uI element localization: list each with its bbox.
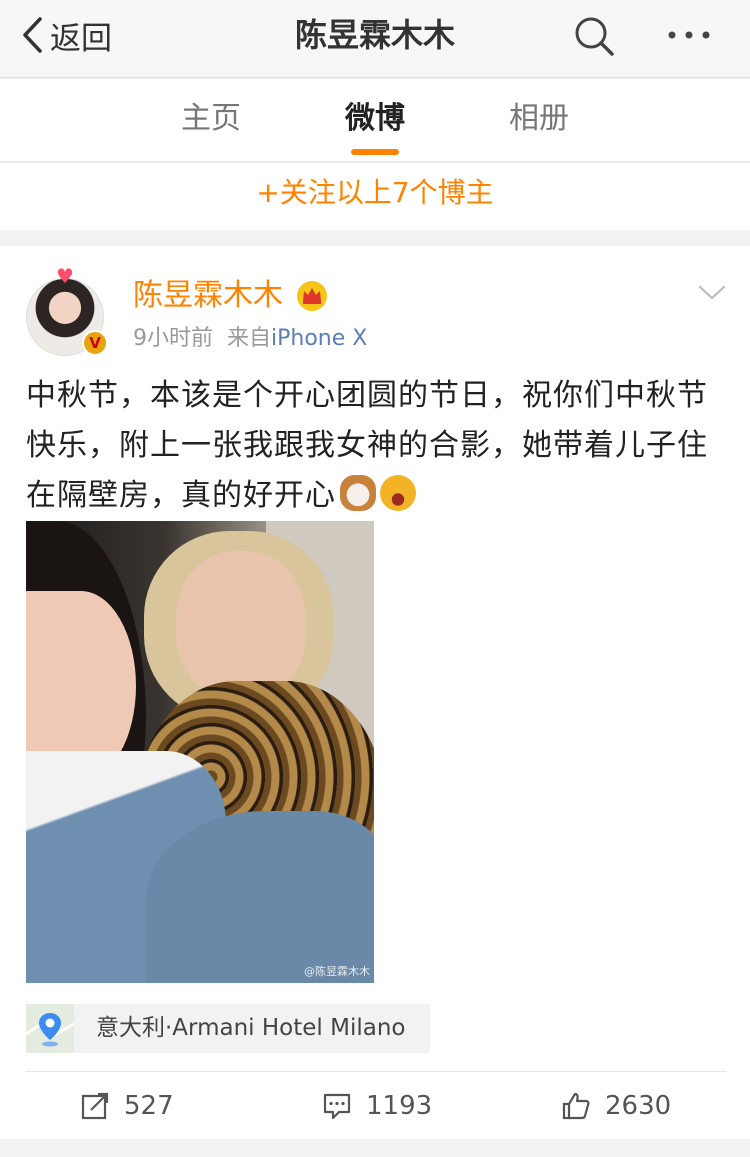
tab-album[interactable]: 相册 xyxy=(509,99,569,139)
repost-icon xyxy=(81,1092,109,1120)
follow-all-button[interactable]: +关注以上7个博主 xyxy=(0,163,750,230)
location-pin-icon xyxy=(26,1004,74,1053)
more-options-icon[interactable] xyxy=(664,20,714,50)
post-time: 9小时前 xyxy=(133,326,213,351)
top-navbar: 返回 陈昱霖木木 xyxy=(0,0,750,78)
post-source[interactable]: iPhone X xyxy=(271,326,367,351)
thumbs-up-icon xyxy=(562,1092,590,1120)
comment-icon xyxy=(323,1093,351,1120)
cat-emoji-icon xyxy=(340,475,376,511)
comment-count: 1193 xyxy=(366,1091,433,1121)
location-label: 意大利·Armani Hotel Milano xyxy=(96,1015,406,1041)
post-text: 中秋节，本该是个开心团圆的节日，祝你们中秋节快乐，附上一张我跟我女神的合影，她带… xyxy=(26,371,726,521)
avatar[interactable]: ♥ V xyxy=(26,264,108,356)
post-photo[interactable]: @陈昱霖木木 xyxy=(26,521,374,983)
chevron-down-icon[interactable] xyxy=(698,284,726,302)
page-title: 陈昱霖木木 xyxy=(294,16,455,54)
author-name[interactable]: 陈昱霖木木 xyxy=(133,276,283,316)
heart-icon: ♥ xyxy=(56,264,74,288)
repost-button[interactable]: 527 xyxy=(80,1072,174,1140)
profile-tabs: 主页 微博 相册 xyxy=(0,79,750,162)
like-count: 2630 xyxy=(605,1091,672,1121)
location-tag[interactable]: 意大利·Armani Hotel Milano xyxy=(26,1004,430,1053)
tab-home[interactable]: 主页 xyxy=(181,99,241,139)
tab-weibo[interactable]: 微博 xyxy=(345,99,405,139)
crown-icon[interactable] xyxy=(296,280,328,312)
search-icon[interactable] xyxy=(572,14,616,58)
source-prefix: 来自 xyxy=(227,326,272,351)
photo-watermark: @陈昱霖木木 xyxy=(304,965,370,978)
verified-badge-icon: V xyxy=(82,330,108,356)
laugh-emoji-icon xyxy=(380,475,416,511)
active-tab-indicator xyxy=(351,149,399,155)
action-bar: 527 1193 2630 xyxy=(26,1071,726,1139)
comment-button[interactable]: 1193 xyxy=(322,1072,432,1140)
post-meta: 9小时前 来自iPhone X xyxy=(133,324,367,354)
like-button[interactable]: 2630 xyxy=(561,1072,671,1140)
post-card: ♥ V 陈昱霖木木 9小时前 来自iPhone X 中秋节，本该是个开心团圆的节… xyxy=(0,246,750,1139)
repost-count: 527 xyxy=(124,1091,174,1121)
